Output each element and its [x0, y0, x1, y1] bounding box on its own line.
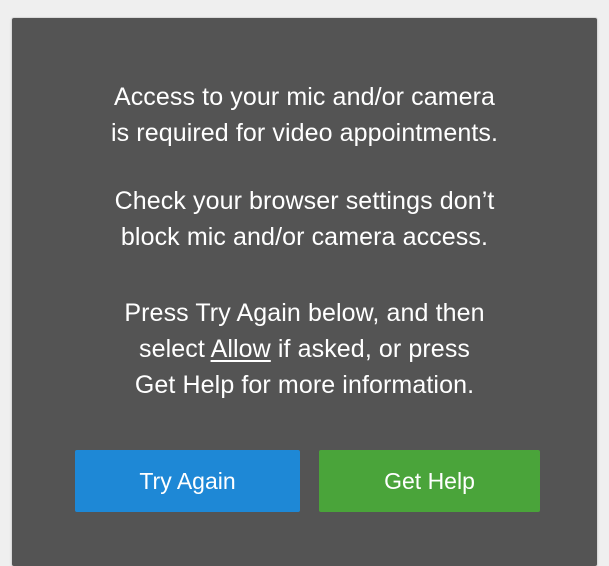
access-required-line-1: Access to your mic and/or camera — [113, 83, 496, 111]
screenshot-frame: Access to your mic and/or camera is requ… — [0, 0, 609, 566]
instructions-line-2: select Allow if asked, or press — [12, 331, 597, 367]
access-required-line-2: is required for video appointments. — [110, 119, 499, 147]
get-help-button[interactable]: Get Help — [319, 450, 540, 512]
instructions-line-2-suffix: if asked, or press — [270, 335, 471, 363]
access-required-message: Access to your mic and/or camera is requ… — [12, 79, 597, 151]
allow-link[interactable]: Allow — [211, 335, 271, 363]
browser-settings-line-2: block mic and/or camera access. — [120, 223, 489, 251]
instructions-line-2-prefix: select — [138, 335, 211, 363]
media-permission-dialog: Access to your mic and/or camera is requ… — [12, 18, 597, 566]
browser-settings-message: Check your browser settings don’t block … — [12, 183, 597, 255]
instructions-message: Press Try Again below, and then select A… — [12, 295, 597, 403]
instructions-line-1: Press Try Again below, and then — [124, 299, 485, 327]
browser-settings-line-1: Check your browser settings don’t — [114, 187, 495, 215]
try-again-button[interactable]: Try Again — [75, 450, 300, 512]
instructions-line-3: Get Help for more information. — [134, 371, 475, 399]
